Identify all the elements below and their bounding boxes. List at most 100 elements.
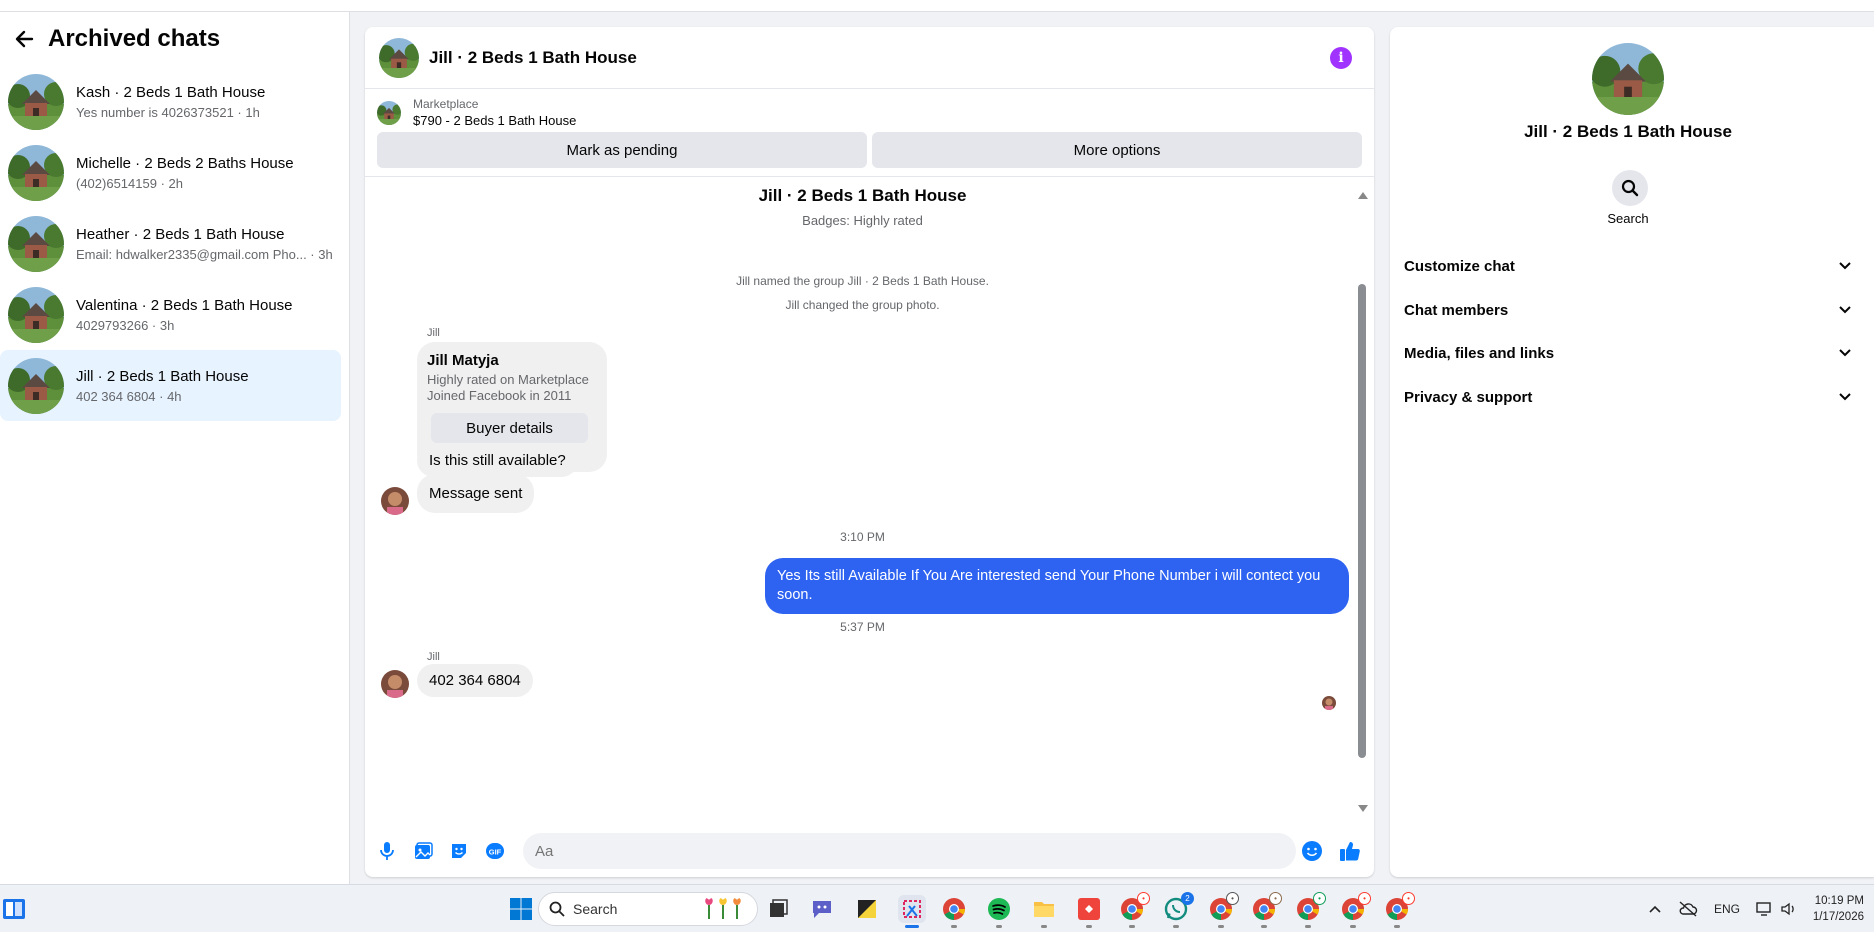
message-list[interactable]: Jill · 2 Beds 1 Bath House Badges: Highl… [365,186,1374,826]
search-icon[interactable] [1612,170,1648,206]
sidebar-header: Archived chats [0,12,349,66]
scroll-thumb[interactable] [1358,284,1366,758]
microphone-icon[interactable] [375,839,399,863]
system-message: Jill changed the group photo. [785,298,940,312]
clock-time: 10:19 PM [1814,895,1864,907]
buyer-details-button[interactable]: Buyer details [431,413,588,443]
conversation-avatar[interactable] [379,38,419,78]
group-avatar[interactable] [1592,43,1664,115]
chat-name: Jill · 2 Beds 1 Bath House [76,367,249,385]
windows-start-icon[interactable] [509,897,533,921]
clock-date: 1/17/2026 [1812,911,1864,923]
teams-chat-icon[interactable] [808,895,836,923]
file-explorer-icon[interactable] [1030,895,1058,928]
system-tray: ENG [1648,885,1798,932]
windows-taskbar: Search • 2 • • • • • ENG 10:19 PM 1/17/2… [0,884,1874,932]
buyer-joined: Joined Facebook in 2011 [427,388,572,403]
chat-item-kash[interactable]: Kash · 2 Beds 1 Bath House Yes number is … [0,66,341,137]
section-label: Privacy & support [1404,388,1533,406]
whatsapp-badge: 2 [1181,892,1194,905]
chrome-profile-icon[interactable]: • [1339,892,1371,928]
system-message: Jill named the group Jill · 2 Beds 1 Bat… [736,274,989,288]
notification-badge: • [1358,892,1371,905]
mark-as-pending-button[interactable]: Mark as pending [377,132,867,168]
photo-icon[interactable] [411,839,435,863]
sticker-icon[interactable] [447,839,471,863]
chat-item-jill[interactable]: Jill · 2 Beds 1 Bath House 402 364 6804 ·… [0,350,341,421]
thumbs-up-icon[interactable] [1336,837,1364,865]
task-view-icon[interactable] [764,895,792,923]
notification-badge: • [1137,892,1150,905]
message-bubble[interactable]: Is this still available? [417,444,578,477]
sticky-notes-icon[interactable] [853,895,881,923]
chat-preview: Email: hdwalker2335@gmail.com Pho... · 3… [76,246,333,262]
snipping-tool-icon[interactable] [898,895,926,928]
message-bubble[interactable]: Message sent [417,474,535,513]
section-media-files-links[interactable]: Media, files and links [1404,333,1852,373]
notification-badge: • [1402,892,1415,905]
conversation-title[interactable]: Jill · 2 Beds 1 Bath House [429,48,1330,68]
chrome-profile-icon[interactable]: • [1207,892,1239,928]
listing-thumbnail[interactable] [377,101,401,125]
whatsapp-icon[interactable]: 2 [1162,892,1194,928]
timestamp: 5:37 PM [840,620,885,634]
chat-avatar [8,145,64,201]
chevron-up-icon[interactable] [1648,904,1662,914]
network-icon[interactable] [1756,901,1774,917]
chevron-down-icon [1839,262,1851,270]
sender-label: Jill [427,651,440,663]
more-options-button[interactable]: More options [872,132,1362,168]
chat-name: Kash · 2 Beds 1 Bath House [76,83,266,101]
svg-text:GIF: GIF [489,848,502,857]
widgets-icon[interactable] [2,897,26,921]
seen-indicator-avatar [1322,696,1336,710]
sender-avatar[interactable] [381,487,409,515]
language-indicator[interactable]: ENG [1714,902,1740,916]
search-label: Search [1607,211,1649,226]
notification-badge: • [1313,892,1326,905]
volume-icon[interactable] [1780,901,1798,917]
chrome-profile-icon[interactable]: • [1383,892,1415,928]
sender-avatar[interactable] [381,670,409,698]
chrome-profile-icon[interactable]: • [1118,892,1150,928]
chevron-down-icon [1839,306,1851,314]
chat-item-michelle[interactable]: Michelle · 2 Beds 2 Baths House (402)6514… [0,137,341,208]
chat-name: Valentina · 2 Beds 1 Bath House [76,296,293,314]
notification-badge: • [1226,892,1239,905]
chrome-icon[interactable] [940,895,968,928]
chat-item-heather[interactable]: Heather · 2 Beds 1 Bath House Email: hdwa… [0,208,341,279]
emoji-icon[interactable] [1300,839,1324,863]
gif-icon[interactable]: GIF [483,839,507,863]
info-icon[interactable]: i [1330,46,1352,69]
search-icon [549,901,565,917]
outgoing-message-bubble[interactable]: Yes Its still Available If You Are inter… [765,558,1349,614]
back-arrow-icon[interactable] [12,27,36,51]
clock[interactable]: 10:19 PM 1/17/2026 [1813,893,1864,925]
buyer-rating: Highly rated on Marketplace [427,372,589,387]
chat-preview: 402 364 6804 · 4h [76,388,182,404]
archived-chats-sidebar: Archived chats Kash · 2 Beds 1 Bath Hous… [0,12,350,884]
scrollbar[interactable] [1358,192,1368,812]
scroll-down-arrow-icon[interactable] [1358,805,1368,812]
scroll-up-arrow-icon[interactable] [1358,192,1368,199]
section-privacy-support[interactable]: Privacy & support [1404,377,1852,417]
chat-avatar [8,287,64,343]
message-composer: GIF [365,825,1374,877]
taskbar-search[interactable]: Search [538,892,758,926]
chat-avatar [8,216,64,272]
anydesk-icon[interactable] [1075,895,1103,928]
section-label: Media, files and links [1404,344,1555,362]
listing-title[interactable]: $790 - 2 Beds 1 Bath House [413,113,576,128]
spotify-icon[interactable] [985,895,1013,928]
badges-text: Badges: Highly rated [802,213,923,228]
notification-badge: • [1269,892,1282,905]
section-customize-chat[interactable]: Customize chat [1404,246,1852,286]
chrome-profile-icon[interactable]: • [1294,892,1326,928]
chat-item-valentina[interactable]: Valentina · 2 Beds 1 Bath House 402979326… [0,279,341,350]
cloud-offline-icon[interactable] [1678,901,1698,917]
section-chat-members[interactable]: Chat members [1404,290,1852,330]
chevron-down-icon [1839,349,1851,357]
message-bubble[interactable]: 402 364 6804 [417,664,533,697]
chrome-profile-icon[interactable]: • [1250,892,1282,928]
message-input[interactable] [523,833,1296,869]
